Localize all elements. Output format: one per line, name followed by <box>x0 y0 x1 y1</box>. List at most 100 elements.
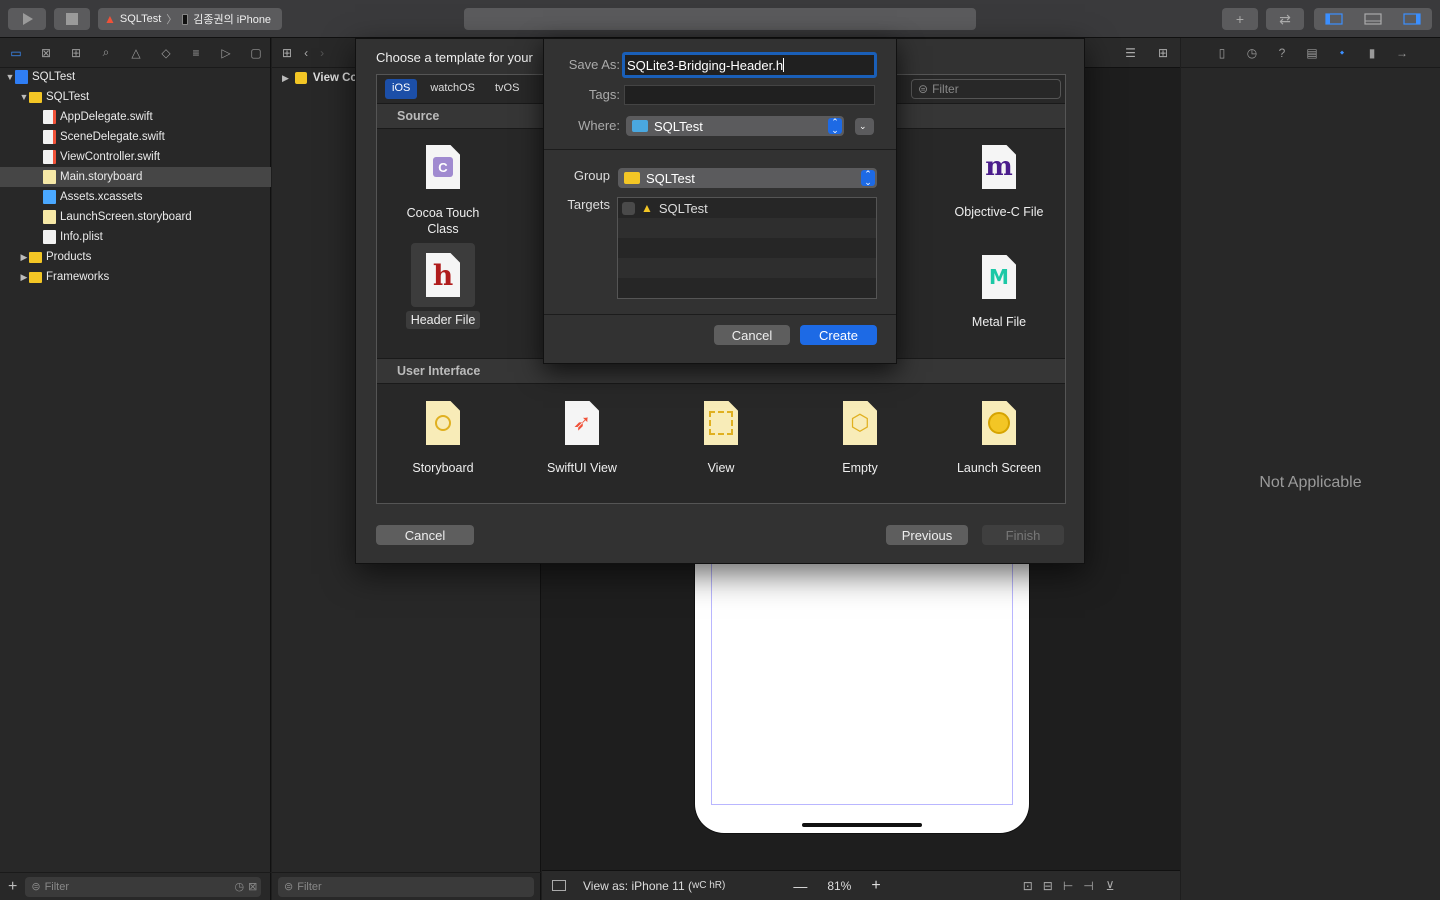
template-header-file[interactable]: h Header File <box>383 243 503 329</box>
navigator-item[interactable]: Info.plist <box>0 227 271 247</box>
folder-icon[interactable]: ▭ <box>6 45 26 61</box>
template-metal-file[interactable]: M Metal File <box>939 249 1059 329</box>
navigator-item[interactable]: Assets.xcassets <box>0 187 271 207</box>
swift-file-icon <box>43 130 56 144</box>
template-empty[interactable]: ⬡ Empty <box>800 395 920 475</box>
cocoa-icon: C <box>411 139 475 195</box>
disclosure-icon[interactable]: ▶ <box>19 252 29 263</box>
code-review-button[interactable]: ⇄ <box>1266 8 1304 30</box>
breakpoint-icon[interactable]: ▷ <box>216 45 236 61</box>
stop-button[interactable] <box>54 8 90 30</box>
add-icon[interactable]: + <box>8 878 17 896</box>
create-button[interactable]: Create <box>800 325 877 345</box>
swift-file-icon <box>43 110 56 124</box>
forward-icon[interactable]: › <box>320 46 324 60</box>
template-cancel-button[interactable]: Cancel <box>376 525 474 545</box>
template-storyboard[interactable]: Storyboard <box>383 395 503 475</box>
template-launch-screen[interactable]: Launch Screen <box>939 395 1059 475</box>
group-value: SQLTest <box>646 170 695 186</box>
navigator-item-label: SceneDelegate.swift <box>60 131 165 143</box>
connections-icon[interactable]: → <box>1393 46 1411 60</box>
metal-file-icon: M <box>967 249 1031 305</box>
help-icon[interactable]: ? <box>1273 46 1291 60</box>
navigator-item[interactable]: ViewController.swift <box>0 147 271 167</box>
symbol-icon[interactable]: ⊞ <box>66 45 86 61</box>
expand-browser-button[interactable]: ⌄ <box>855 118 874 135</box>
tab-tvos[interactable]: tvOS <box>488 79 526 99</box>
embed-in-icon[interactable]: ⊻ <box>1106 879 1115 893</box>
zoom-out-icon[interactable]: — <box>793 878 807 894</box>
safe-area <box>711 558 1013 805</box>
disclosure-icon[interactable]: ▼ <box>5 72 15 82</box>
debug-icon[interactable]: ≡ <box>186 45 206 61</box>
recent-files-icon[interactable]: ◷ <box>235 880 245 893</box>
tab-ios[interactable]: iOS <box>385 79 418 99</box>
save-cancel-button[interactable]: Cancel <box>714 325 790 345</box>
outline-scene-row[interactable]: ▶ View Co <box>282 72 357 84</box>
target-checkbox[interactable] <box>622 201 635 215</box>
tags-field[interactable] <box>624 85 875 105</box>
disclosure-icon[interactable]: ▶ <box>19 272 29 283</box>
zoom-in-icon[interactable]: + <box>871 877 880 895</box>
run-button[interactable] <box>8 8 46 30</box>
library-button[interactable]: + <box>1222 8 1258 30</box>
navigator-item[interactable]: ▶ Products <box>0 247 271 267</box>
resolve-issues-icon[interactable]: ⊣ <box>1083 879 1093 893</box>
source-control-icon[interactable]: ⊠ <box>36 45 56 61</box>
history-icon[interactable]: ◷ <box>1243 46 1261 60</box>
template-swiftui-view[interactable]: ➶ SwiftUI View <box>522 395 642 475</box>
iphone-icon <box>182 13 189 25</box>
previous-button[interactable]: Previous <box>886 525 968 545</box>
add-editor-icon[interactable]: ⊞ <box>1158 46 1168 60</box>
scm-filter-icon[interactable]: ⊠ <box>248 880 257 893</box>
target-row[interactable]: ▲ SQLTest <box>618 198 876 218</box>
editor-options-icon[interactable]: ☰ <box>1125 46 1136 60</box>
disclosure-icon[interactable]: ▼ <box>19 92 29 102</box>
iphone-frame[interactable] <box>694 558 1030 834</box>
file-inspector-icon[interactable]: ▯ <box>1213 46 1231 60</box>
back-icon[interactable]: ‹ <box>304 46 308 60</box>
align-icon[interactable]: ⊟ <box>1043 879 1053 893</box>
toggle-inspector-button[interactable] <box>1393 8 1432 30</box>
template-cocoa-touch-class[interactable]: C Cocoa Touch Class <box>383 139 503 237</box>
scheme-selector[interactable]: ▲ SQLTest 〉 김종권의 iPhone <box>98 8 282 30</box>
template-view[interactable]: View <box>661 395 781 475</box>
save-as-field[interactable]: SQLite3-Bridging-Header.h <box>622 52 877 78</box>
navigator-item[interactable]: ▶ Frameworks <box>0 267 271 287</box>
outline-toggle-icon[interactable] <box>552 880 566 891</box>
update-frames-icon[interactable]: ⊡ <box>1023 879 1033 893</box>
where-label: Where: <box>578 118 620 133</box>
where-popup[interactable]: SQLTest ⌃ ⌄ <box>626 116 844 136</box>
warning-icon[interactable]: △ <box>126 45 146 61</box>
navigator-item-label: AppDelegate.swift <box>60 111 153 123</box>
navigator-item[interactable]: LaunchScreen.storyboard <box>0 207 271 227</box>
navigator-item[interactable]: ▼ SQLTest <box>0 67 271 87</box>
report-icon[interactable]: ▢ <box>246 45 266 61</box>
template-objective-c-file[interactable]: m Objective-C File <box>939 139 1059 219</box>
size-class-label[interactable]: wC hR) <box>692 880 725 891</box>
toggle-debug-button[interactable] <box>1353 8 1392 30</box>
size-icon[interactable]: ▮ <box>1363 46 1381 60</box>
template-filter-field[interactable]: ⊜ Filter <box>911 79 1061 99</box>
navigator-item[interactable]: AppDelegate.swift <box>0 107 271 127</box>
outline-filter-field[interactable]: ⊜ Filter <box>278 876 534 897</box>
navigator-tabs: ▭ ⊠ ⊞ ⌕ △ ◇ ≡ ▷ ▢ <box>0 38 270 68</box>
scheme-project: SQLTest <box>119 13 162 25</box>
test-icon[interactable]: ◇ <box>156 45 176 61</box>
tab-watchos[interactable]: watchOS <box>423 79 482 99</box>
identity-icon[interactable]: ▤ <box>1303 46 1321 60</box>
navigator-item[interactable]: SceneDelegate.swift <box>0 127 271 147</box>
toggle-navigator-button[interactable] <box>1314 8 1353 30</box>
navigator-filter-field[interactable]: ⊜ Filter ◷ ⊠ <box>25 876 262 897</box>
view-as-label[interactable]: View as: iPhone 11 ( <box>583 879 692 893</box>
grid-icon[interactable]: ⊞ <box>282 46 292 60</box>
finish-button[interactable]: Finish <box>982 525 1064 545</box>
find-icon[interactable]: ⌕ <box>96 45 116 61</box>
objc-file-label: Objective-C File <box>954 205 1044 219</box>
navigator-item[interactable]: Main.storyboard <box>0 167 271 187</box>
filter-icon: ⊜ <box>284 881 294 893</box>
group-popup[interactable]: SQLTest ⌃ ⌄ <box>618 168 877 188</box>
navigator-item[interactable]: ▼ SQLTest <box>0 87 271 107</box>
add-constraints-icon[interactable]: ⊢ <box>1063 879 1073 893</box>
attributes-icon[interactable]: ⬩ <box>1333 45 1351 60</box>
